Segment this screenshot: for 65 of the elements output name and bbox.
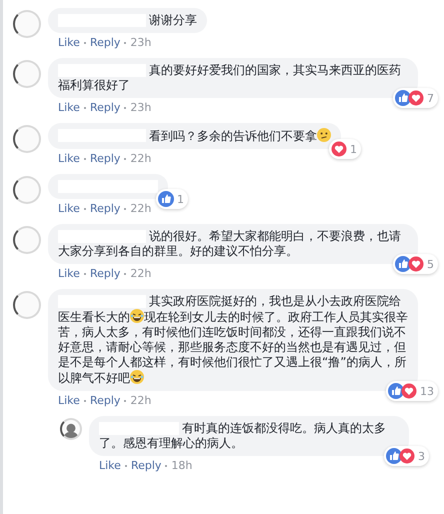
separator-dot	[84, 208, 86, 210]
reaction-badge[interactable]: 7	[393, 88, 438, 108]
separator-dot	[84, 158, 86, 160]
separator-dot	[84, 273, 86, 275]
thumbs-up-icon	[395, 256, 411, 272]
reaction-count: 13	[420, 384, 434, 398]
like-link[interactable]: Like	[58, 152, 80, 166]
reply-link[interactable]: Reply	[90, 202, 120, 216]
timestamp: 23h	[130, 36, 152, 50]
reaction-count: 1	[350, 142, 357, 156]
timestamp: 23h	[130, 101, 152, 115]
avatar[interactable]	[13, 176, 41, 204]
avatar[interactable]	[13, 60, 41, 88]
reaction-badge[interactable]: 3	[384, 446, 429, 466]
reply-link[interactable]: Reply	[90, 267, 120, 281]
thumbs-up-icon	[388, 383, 404, 399]
laughing-face-icon	[130, 370, 144, 384]
separator-dot	[124, 158, 126, 160]
separator-dot	[124, 107, 126, 109]
like-link[interactable]: Like	[58, 394, 80, 408]
reaction-badge[interactable]: 1	[329, 139, 361, 159]
separator-dot	[124, 400, 126, 402]
reaction-count: 5	[427, 258, 434, 270]
separator-dot	[84, 42, 86, 44]
avatar[interactable]	[13, 10, 41, 38]
separator-dot	[84, 400, 86, 402]
separator-dot	[124, 273, 126, 275]
timestamp: 22h	[130, 152, 152, 166]
reaction-badge[interactable]: 5	[393, 254, 438, 274]
laughing-face-icon	[130, 309, 144, 323]
avatar[interactable]	[13, 291, 41, 319]
separator-dot	[165, 465, 168, 467]
thumbs-up-icon	[158, 191, 174, 207]
timestamp: 22h	[130, 267, 152, 281]
like-link[interactable]: Like	[58, 101, 80, 115]
timestamp: 22h	[130, 202, 152, 216]
reaction-count: 1	[177, 192, 184, 206]
reaction-badge[interactable]: 1	[156, 189, 188, 209]
like-link[interactable]: Like	[58, 36, 80, 50]
separator-dot	[84, 107, 86, 109]
thumbs-up-icon	[395, 90, 411, 106]
reply-link[interactable]: Reply	[90, 36, 120, 50]
avatar[interactable]	[13, 125, 41, 153]
avatar[interactable]	[60, 418, 82, 440]
reply-link[interactable]: Reply	[90, 101, 120, 115]
like-link[interactable]: Like	[58, 202, 80, 216]
comment-text: 看到吗？多余的告诉他们不要拿	[58, 128, 331, 144]
thumbs-up-icon	[386, 448, 402, 464]
avatar[interactable]	[13, 226, 41, 254]
separator-dot	[124, 42, 126, 44]
confused-face-icon	[317, 128, 331, 142]
reaction-badge[interactable]: 13	[386, 381, 438, 401]
reaction-count: 7	[427, 92, 434, 104]
comment-text: 谢谢分享	[148, 13, 197, 28]
like-link[interactable]: Like	[99, 459, 121, 473]
reply-link[interactable]: Reply	[90, 394, 120, 408]
timestamp: 18h	[171, 459, 192, 473]
timestamp: 22h	[130, 394, 152, 408]
like-link[interactable]: Like	[58, 267, 80, 281]
comment-text: 有时真的连饭都没得吃。病人真的太多了。感恩有理解心的病人。	[99, 421, 387, 451]
reaction-count: 3	[418, 450, 425, 462]
separator-dot	[124, 465, 127, 467]
reply-link[interactable]: Reply	[130, 459, 162, 473]
separator-dot	[124, 208, 126, 210]
reply-link[interactable]: Reply	[90, 152, 120, 166]
